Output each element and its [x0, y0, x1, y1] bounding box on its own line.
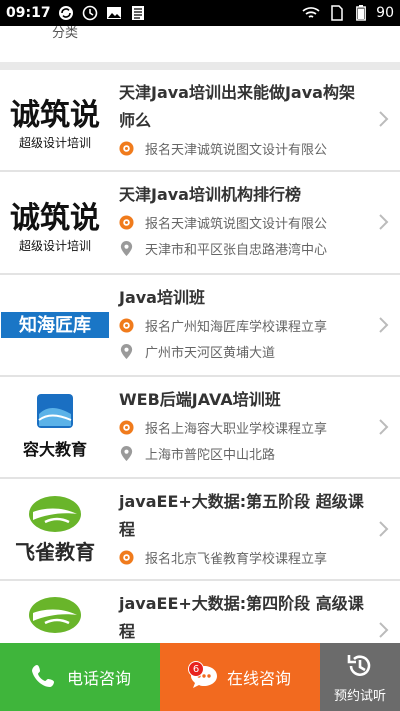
course-title: 天津Java培训机构排行榜	[119, 185, 301, 204]
address-line: 广州市天河区黄埔大道	[119, 338, 364, 364]
school-badge-icon	[119, 317, 134, 333]
school-logo: 知海匠库	[0, 275, 110, 375]
school-badge-icon	[119, 549, 134, 565]
school-line: 报名北京飞雀教育学校课程立享	[119, 544, 364, 570]
logo-text: 飞雀教育	[15, 539, 95, 564]
sim-icon	[328, 5, 346, 21]
logo-text: 诚筑说	[10, 201, 100, 236]
clock-icon	[81, 5, 99, 21]
school-line: 报名上海容大职业学校课程立享	[119, 414, 364, 440]
course-list: 诚筑说 超级设计培训 天津Java培训出来能做Java构架 师么 报名天津诚筑说…	[0, 70, 400, 681]
book-trial-button[interactable]: 预约试听	[320, 643, 400, 711]
chevron-right-icon	[379, 111, 389, 127]
course-title: javaEE+大数据:第五阶段 超级课 程	[119, 492, 364, 539]
chevron-right-icon	[379, 521, 389, 537]
school-logo: 容大教育	[0, 377, 110, 477]
list-item[interactable]: 诚筑说 超级设计培训 天津Java培训机构排行榜 报名天津诚筑说图文设计有限公 …	[0, 172, 400, 275]
phone-consult-button[interactable]: 电话咨询	[0, 643, 160, 711]
bottom-action-bar: 电话咨询 在线咨询 6 预约试听	[0, 643, 400, 711]
school-logo: 诚筑说 超级设计培训	[0, 70, 110, 170]
category-partial-label: 分类	[52, 26, 79, 41]
course-title: Java培训班	[119, 288, 205, 307]
list-item[interactable]: 知海匠库 Java培训班 报名广州知海匠库学校课程立享 广州市天河区黄埔大道	[0, 275, 400, 377]
online-consult-button[interactable]: 在线咨询 6	[160, 643, 320, 711]
school-line: 报名天津诚筑说图文设计有限公	[119, 135, 364, 161]
course-title: 天津Java培训出来能做Java构架 师么	[119, 83, 355, 130]
news-icon	[129, 5, 147, 21]
status-bar: 09:17 90	[0, 0, 400, 26]
chevron-right-icon	[379, 622, 389, 638]
chevron-right-icon	[379, 317, 389, 333]
school-logo: 诚筑说 超级设计培训	[0, 172, 110, 273]
school-badge-icon	[119, 140, 134, 156]
school-line: 报名广州知海匠库学校课程立享	[119, 312, 364, 338]
phone-consult-label: 电话咨询	[66, 669, 131, 688]
logo-text: 诚筑说	[10, 98, 100, 133]
status-time: 09:17	[6, 5, 51, 21]
course-title: WEB后端JAVA培训班	[119, 390, 281, 409]
course-title: javaEE+大数据:第四阶段 高级课 程	[119, 594, 364, 641]
chevron-right-icon	[379, 419, 389, 435]
chevron-right-icon	[379, 214, 389, 230]
location-pin-icon	[120, 240, 133, 256]
online-consult-label: 在线咨询	[226, 669, 291, 688]
unread-count-badge: 6	[188, 661, 204, 677]
school-line: 报名天津诚筑说图文设计有限公	[119, 209, 364, 235]
school-badge-icon	[119, 214, 134, 230]
logo-text: 容大教育	[22, 440, 87, 459]
school-badge-icon	[119, 419, 134, 435]
sync-icon	[57, 5, 75, 21]
logo-subtext: 超级设计培训	[19, 135, 91, 150]
address-line: 上海市普陀区中山北路	[119, 440, 364, 466]
school-logo: 飞雀教育	[0, 479, 110, 579]
wifi-icon	[302, 5, 320, 21]
list-item[interactable]: 诚筑说 超级设计培训 天津Java培训出来能做Java构架 师么 报名天津诚筑说…	[0, 70, 400, 172]
battery-icon	[354, 5, 368, 21]
logo-text: 知海匠库	[19, 314, 91, 336]
top-section: 分类	[0, 26, 400, 62]
location-pin-icon	[120, 343, 133, 359]
history-clock-icon	[347, 654, 371, 676]
logo-subtext: 超级设计培训	[19, 238, 91, 253]
phone-icon	[31, 665, 54, 687]
image-icon	[105, 5, 123, 21]
location-pin-icon	[120, 445, 133, 461]
battery-level: 90	[376, 5, 394, 21]
list-item[interactable]: 容大教育 WEB后端JAVA培训班 报名上海容大职业学校课程立享 上海市普陀区中…	[0, 377, 400, 479]
book-trial-label: 预约试听	[333, 688, 386, 704]
list-item[interactable]: 飞雀教育 javaEE+大数据:第五阶段 超级课 程 报名北京飞雀教育学校课程立…	[0, 479, 400, 581]
section-divider	[0, 62, 400, 70]
address-line: 天津市和平区张自忠路港湾中心	[119, 235, 364, 261]
